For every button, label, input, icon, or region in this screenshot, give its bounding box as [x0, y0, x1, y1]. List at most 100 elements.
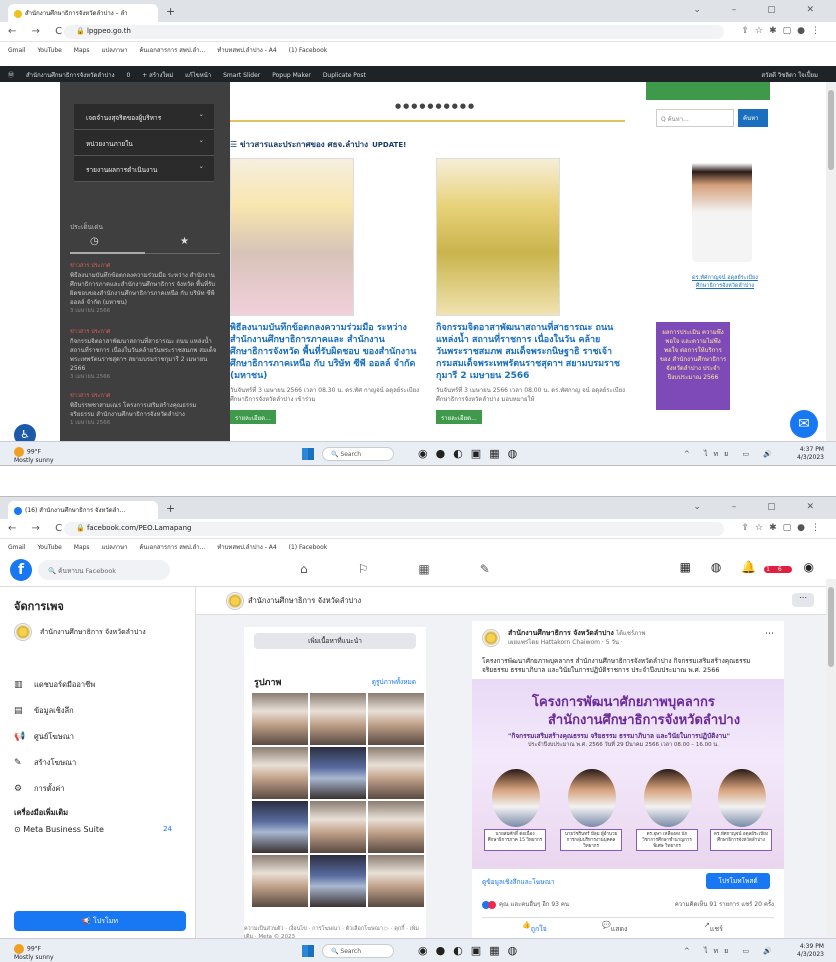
- bookmark-facebook[interactable]: (1) Facebook: [289, 544, 328, 551]
- taskbar-search[interactable]: 🔍 Search: [322, 447, 394, 461]
- photo-thumbnail[interactable]: [368, 693, 424, 745]
- new-tab-icon[interactable]: +: [166, 502, 175, 515]
- more-options-icon[interactable]: ⋯: [792, 593, 814, 607]
- site-search-input[interactable]: Q ค้นหา...: [656, 109, 734, 127]
- bookmark-a4[interactable]: ทำบทสพป.ลำปาง - A4: [217, 47, 276, 54]
- post-author[interactable]: สำนักงานศึกษาธิการ จังหวัดลำปาง: [508, 629, 614, 637]
- photo-thumbnail[interactable]: [310, 693, 366, 745]
- wp-duplicate-post[interactable]: Duplicate Post: [323, 72, 366, 79]
- menu-item-units[interactable]: หน่วยงานภายใน: [74, 130, 214, 156]
- nav-buttons[interactable]: ← → C: [8, 523, 68, 534]
- news-item[interactable]: ข่าวสาร ประกาศ พิธีลงนามบันทึกข้อตกลงควา…: [70, 262, 220, 316]
- menu-item-integrity[interactable]: เจตจำนงสุจริตของผู้บริหาร: [74, 104, 214, 130]
- sidebar-item-ad-center[interactable]: 📢 ศูนย์โฆษณา: [14, 731, 74, 743]
- taskbar-search[interactable]: 🔍 Search: [322, 944, 394, 958]
- see-all-photos-link[interactable]: ดูรูปภาพทั้งหมด: [372, 677, 416, 687]
- bookmark-a4[interactable]: ทำบทสพป.ลำปาง - A4: [217, 544, 276, 551]
- suggest-content-button[interactable]: เพิ่มเนื้อหาที่แนะนำ: [254, 633, 416, 649]
- page-header-name[interactable]: สำนักงานศึกษาธิการ จังหวัดลำปาง: [248, 595, 361, 607]
- window-controls[interactable]: ⌄ – ▢ ✕: [693, 502, 828, 512]
- browser-tab[interactable]: สำนักงานศึกษาธิการจังหวัดลำปาง – ลำ: [8, 4, 158, 22]
- browser-action-icons[interactable]: ⇪☆✱▢●⋮: [741, 26, 826, 36]
- windows-start-icon[interactable]: [302, 945, 314, 957]
- bookmark-gmail[interactable]: Gmail: [8, 544, 26, 551]
- site-search-button[interactable]: ค้นหา: [738, 109, 768, 127]
- photo-thumbnail[interactable]: [368, 747, 424, 799]
- photo-thumbnail[interactable]: [368, 801, 424, 853]
- clock[interactable]: 4:37 PM 4/3/2023: [797, 446, 824, 462]
- boost-post-button[interactable]: โปรโมทโพสต์: [706, 873, 770, 889]
- browser-action-icons[interactable]: ⇪☆✱▢●⋮: [741, 523, 826, 533]
- more-tools-toggle[interactable]: เครื่องมือเพิ่มเติม: [14, 807, 68, 819]
- post-author-avatar[interactable]: [482, 629, 500, 647]
- wp-edit-page[interactable]: แก้ไขหน้า: [185, 72, 211, 79]
- wp-logo-icon[interactable]: Ⓦ: [8, 72, 14, 79]
- star-icon[interactable]: ★: [180, 236, 189, 247]
- like-button[interactable]: 👍 ถูกใจ: [522, 921, 547, 933]
- share-button[interactable]: ↗ แชร์: [704, 921, 723, 933]
- facebook-search-input[interactable]: 🔍 ค้นหาบน Facebook: [38, 560, 170, 580]
- scroll-thumb[interactable]: [828, 587, 834, 667]
- facebook-account-icons[interactable]: ▦ ◍ 🔔 16 ◉: [680, 560, 822, 574]
- read-more-button[interactable]: รายละเอียด...: [436, 410, 482, 424]
- sidebar-item-settings[interactable]: ⚙ การตั้งค่า: [14, 783, 65, 795]
- bookmark-youtube[interactable]: YouTube: [37, 544, 61, 551]
- news-item[interactable]: ข่าวสาร ประกาศ พิธีบรรพชาสามเณร โครงการเ…: [70, 392, 220, 428]
- bookmark-gmail[interactable]: Gmail: [8, 47, 26, 54]
- url-field[interactable]: 🔒 facebook.com/PEO.Lamapang: [64, 522, 724, 536]
- survey-banner[interactable]: ผลการประเมิน ความพึงพอใจ และความไม่พึงพอ…: [656, 322, 730, 410]
- sidebar-item-dashboard[interactable]: ▥ แดชบอร์ดมืออาชีพ: [14, 679, 95, 691]
- page-avatar[interactable]: [226, 592, 244, 610]
- sidebar-item-insights[interactable]: ▤ ข้อมูลเชิงลึก: [14, 705, 74, 717]
- page-selector[interactable]: สำนักงานศึกษาธิการ จังหวัดลำปาง: [14, 623, 146, 641]
- comment-share-count[interactable]: ความคิดเห็น 91 รายการ แชร์ 20 ครั้ง: [675, 899, 774, 909]
- wp-user-greeting[interactable]: สวัสดี วิชลิดา ใจเปี้ยม: [761, 70, 818, 80]
- portrait-caption-link[interactable]: ดร.ทัศกาญจน์ อดุลย์ระเบียง ศึกษาธิการจัง…: [680, 274, 770, 290]
- clock[interactable]: 4:39 PM 4/3/2023: [797, 943, 824, 959]
- nav-buttons[interactable]: ← → C: [8, 26, 68, 37]
- comment-button[interactable]: 💬 แสดงความคิดเห็น: [602, 921, 628, 962]
- meta-business-suite-link[interactable]: ⊙ Meta Business Suite 24: [14, 825, 186, 834]
- windows-start-icon[interactable]: [302, 448, 314, 460]
- taskbar-apps[interactable]: ◉●◐▣▦◍: [418, 447, 525, 460]
- post-image[interactable]: [436, 158, 560, 316]
- clock-icon[interactable]: ◷: [90, 236, 99, 247]
- new-tab-icon[interactable]: +: [166, 5, 175, 18]
- page-scrollbar[interactable]: [826, 82, 836, 442]
- url-field[interactable]: 🔒 lpgpeo.go.th: [64, 25, 724, 39]
- photo-thumbnail[interactable]: [310, 801, 366, 853]
- photo-thumbnail[interactable]: [310, 855, 366, 907]
- post-title-link[interactable]: พิธีลงนามบันทึกข้อตกลงความร่วมมือ ระหว่า…: [230, 322, 420, 382]
- wp-site-name[interactable]: สำนักงานศึกษาธิการจังหวัดลำปาง: [26, 72, 115, 79]
- photo-thumbnail[interactable]: [310, 747, 366, 799]
- post-flyer-image[interactable]: โครงการพัฒนาศักยภาพบุคลากร สำนักงานศึกษา…: [472, 679, 784, 869]
- tray-icons[interactable]: ^ ไทย ▭ 🔊: [684, 946, 778, 957]
- news-item[interactable]: ข่าวสาร ประกาศ กิจกรรมจิตอาสาพัฒนาสถานที…: [70, 328, 220, 382]
- browser-tab[interactable]: (16) สำนักงานศึกษาธิการ จังหวัดลำ...: [8, 501, 158, 519]
- reaction-count[interactable]: คุณ และคนอื่นๆ อีก 93 คน: [499, 901, 569, 908]
- bookmark-translate[interactable]: แปลภาษา: [101, 47, 127, 54]
- bookmark-docs[interactable]: ค้นเอกสารการ สพป.ลำ...: [139, 47, 205, 54]
- photo-thumbnail[interactable]: [252, 801, 308, 853]
- photo-thumbnail[interactable]: [252, 693, 308, 745]
- bookmark-docs[interactable]: ค้นเอกสารการ สพป.ลำ...: [139, 544, 205, 551]
- wp-popup-maker[interactable]: Popup Maker: [272, 72, 311, 79]
- tray-icons[interactable]: ^ ไทย ▭ 🔊: [684, 449, 778, 460]
- photo-thumbnail[interactable]: [252, 747, 308, 799]
- promote-button[interactable]: 📢 โปรโมท: [14, 911, 186, 931]
- insights-ads-link[interactable]: ดูข้อมูลเชิงลึกและโฆษณา: [482, 877, 555, 887]
- slider-dots[interactable]: ●●●●●●●●●●: [395, 102, 476, 110]
- facebook-logo-icon[interactable]: f: [10, 559, 32, 581]
- photo-thumbnail[interactable]: [252, 855, 308, 907]
- bookmark-maps[interactable]: Maps: [74, 544, 90, 551]
- page-scrollbar[interactable]: [826, 579, 836, 939]
- weather-widget[interactable]: 99°F Mostly sunny: [14, 944, 54, 961]
- wp-smart-slider[interactable]: Smart Slider: [223, 72, 260, 79]
- post-image[interactable]: [230, 158, 354, 316]
- read-more-button[interactable]: รายละเอียด...: [230, 410, 276, 424]
- weather-widget[interactable]: 99°F Mostly sunny: [14, 447, 54, 464]
- messenger-icon[interactable]: ✉: [790, 410, 818, 438]
- bookmark-translate[interactable]: แปลภาษา: [101, 544, 127, 551]
- window-controls[interactable]: ⌄ – ▢ ✕: [693, 5, 828, 15]
- sidebar-item-create-ad[interactable]: ✎ สร้างโฆษณา: [14, 757, 76, 769]
